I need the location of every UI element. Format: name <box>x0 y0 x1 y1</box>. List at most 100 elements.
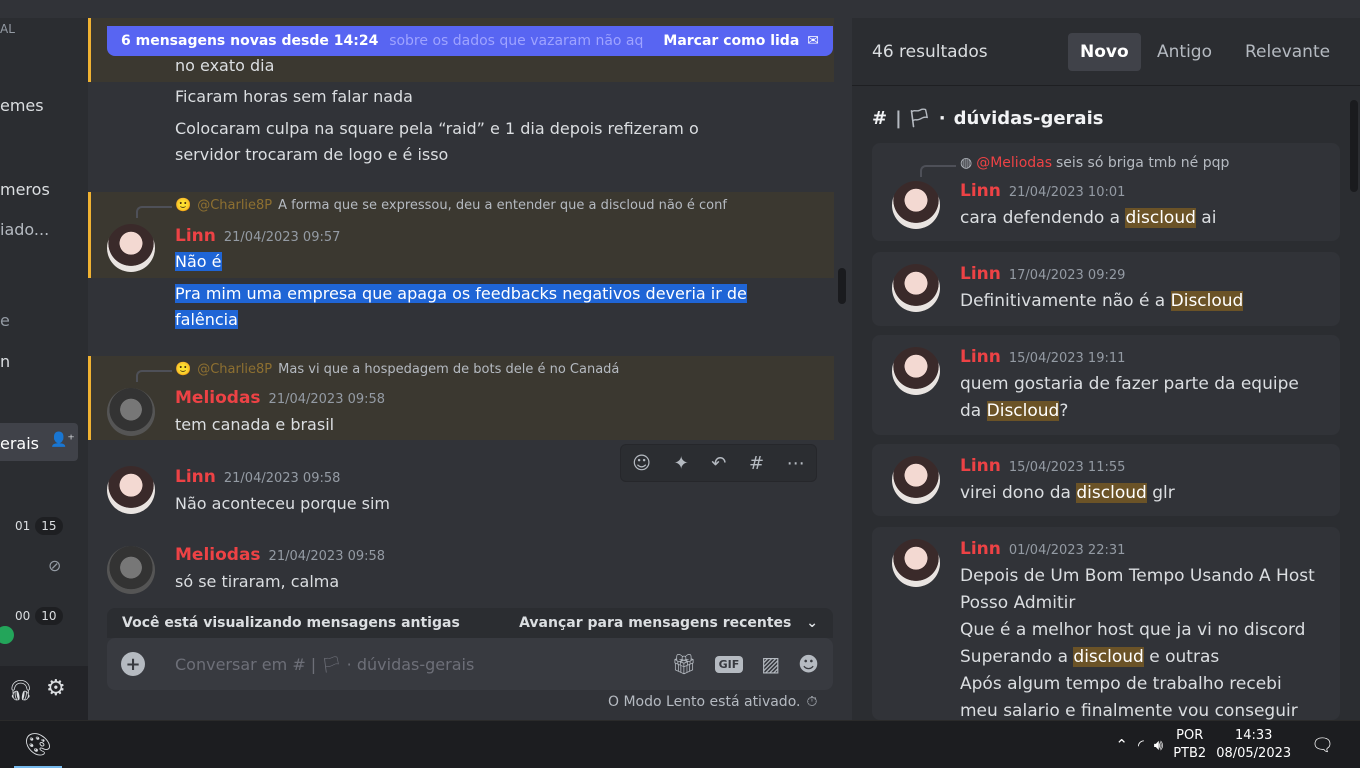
sticker-icon[interactable]: ▨ <box>761 652 780 676</box>
headphones-icon[interactable]: 🎧︎ <box>8 678 33 702</box>
mark-as-read-button[interactable]: Marcar como lida ✉ <box>663 33 819 49</box>
create-thread-icon[interactable]: # <box>749 453 764 474</box>
reply-preview[interactable]: 🙂 @Charlie8P Mas vi que a hospedagem de … <box>175 362 619 377</box>
result-author-row: Linn 01/04/2023 22:31 <box>960 539 1125 559</box>
taskbar-app-paint-icon[interactable]: 🎨︎ <box>14 721 62 768</box>
volume-icon[interactable]: 🔊︎ <box>1154 736 1163 754</box>
screen: AL emes meros iado... e n erais 👤⁺ 01 15… <box>0 0 1360 768</box>
search-result-card[interactable]: Linn 15/04/2023 19:11 quem gostaria de f… <box>872 335 1340 435</box>
reply-text: Mas vi que a hospedagem de bots dele é n… <box>278 362 620 377</box>
result-text: cara defendendo a discloud ai <box>960 205 1332 232</box>
input-language-indicator[interactable]: POR PTB2 <box>1173 727 1206 763</box>
result-channel-header[interactable]: # | 🏳 · dúvidas-gerais <box>872 108 1103 129</box>
slow-mode-notice: O Modo Lento está ativado. ⏱ <box>608 694 817 710</box>
tab-novo[interactable]: Novo <box>1068 33 1141 71</box>
avatar-meliodas[interactable] <box>107 546 155 594</box>
message-timestamp: 21/04/2023 09:58 <box>223 471 341 486</box>
author-name[interactable]: Meliodas <box>175 545 261 565</box>
author-name[interactable]: Linn <box>960 347 1001 367</box>
author-name[interactable]: Meliodas <box>175 388 261 408</box>
voice-counter-2-right: 10 <box>35 607 63 625</box>
tab-relevante[interactable]: Relevante <box>1233 33 1342 71</box>
author-name[interactable]: Linn <box>175 226 216 246</box>
chat-scrollbar[interactable] <box>838 268 846 304</box>
reply-connector <box>136 370 172 382</box>
results-scrollbar[interactable] <box>1350 100 1358 192</box>
message-line: só se tiraram, calma <box>175 572 340 591</box>
avatar-linn[interactable] <box>892 456 940 504</box>
message-input[interactable]: Conversar em # | 🏳 · dúvidas-gerais <box>175 655 474 674</box>
message-line: Não é <box>175 249 222 275</box>
message-line: no exato dia <box>175 56 275 75</box>
message-line: Ficaram horas sem falar nada <box>175 87 413 106</box>
clock[interactable]: 14:33 08/05/2023 <box>1216 727 1291 763</box>
mark-as-read-label: Marcar como lida <box>663 33 800 49</box>
search-result-card[interactable]: Linn 17/04/2023 09:29 Definitivamente nã… <box>872 252 1340 326</box>
tab-antigo[interactable]: Antigo <box>1145 33 1224 71</box>
settings-gear-icon[interactable]: ⚙ <box>46 676 66 701</box>
upload-plus-icon[interactable]: + <box>121 652 145 676</box>
sidebar-category-label: AL <box>0 22 15 36</box>
new-messages-bar[interactable]: 6 mensagens novas desde 14:24 sobre os d… <box>107 26 833 56</box>
message-timestamp: 21/04/2023 09:58 <box>268 549 386 564</box>
search-result-card[interactable]: ◍ @Meliodas seis só briga tmb né pqp Lin… <box>872 143 1340 241</box>
jump-to-present-label: Avançar para mensagens recentes <box>519 615 792 631</box>
author-name[interactable]: Linn <box>960 181 1001 201</box>
avatar-meliodas[interactable] <box>107 388 155 436</box>
author-name[interactable]: Linn <box>960 264 1001 284</box>
system-tray: ⌃ ◜ 🔊︎ POR PTB2 14:33 08/05/2023 🗨︎ <box>1115 721 1360 768</box>
clock-time: 14:33 <box>1234 728 1273 743</box>
reply-mention[interactable]: @Charlie8P <box>197 362 272 377</box>
avatar-linn[interactable] <box>892 264 940 312</box>
search-result-card[interactable]: Linn 01/04/2023 22:31 Depois de Um Bom T… <box>872 527 1340 748</box>
avatar-linn[interactable] <box>892 181 940 229</box>
search-hit: discloud <box>1073 647 1144 667</box>
chevron-down-icon: ⌄ <box>806 615 818 631</box>
reply-mention[interactable]: @Meliodas <box>976 155 1052 171</box>
show-hidden-icons-chevron-icon[interactable]: ⌃ <box>1115 736 1128 754</box>
result-text-pre: Superando a <box>960 647 1074 667</box>
channel-hash-icon: # <box>872 108 888 129</box>
wifi-icon[interactable]: ◜ <box>1138 736 1144 754</box>
voice-counter-2: 00 10 <box>10 606 63 626</box>
result-text-line: Depois de Um Bom Tempo Usando A Host Pos… <box>960 566 1315 613</box>
top-toolbar-strip <box>0 0 1360 18</box>
author-name[interactable]: Linn <box>175 467 216 487</box>
search-result-card[interactable]: Linn 15/04/2023 11:55 virei dono da disc… <box>872 444 1340 516</box>
add-reaction-icon[interactable]: ☺ <box>632 453 651 474</box>
super-reaction-icon[interactable]: ✦ <box>674 453 689 474</box>
avatar-linn[interactable] <box>892 347 940 395</box>
message-line: Pra mim uma empresa que apaga os feedbac… <box>175 281 765 333</box>
add-member-icon[interactable]: 👤⁺ <box>50 432 75 448</box>
new-messages-count: 6 mensagens novas desde 14:24 <box>121 33 379 49</box>
jump-to-present-button[interactable]: Avançar para mensagens recentes ⌄ <box>519 615 818 631</box>
message-author-row: Meliodas 21/04/2023 09:58 <box>175 388 385 408</box>
channel-name: dúvidas-gerais <box>953 108 1104 129</box>
author-name[interactable]: Linn <box>960 539 1001 559</box>
message-composer[interactable]: + Conversar em # | 🏳 · dúvidas-gerais 🎁︎… <box>107 638 833 690</box>
sidebar-item-memes[interactable]: emes <box>0 96 44 115</box>
reply-preview[interactable]: 🙂 @Charlie8P A forma que se expressou, d… <box>175 198 727 213</box>
gift-icon[interactable]: 🎁︎ <box>671 652 696 676</box>
result-author-row: Linn 15/04/2023 19:11 <box>960 347 1125 367</box>
sidebar-item-duvidas-gerais[interactable]: erais <box>0 434 39 453</box>
message-author-row: Meliodas 21/04/2023 09:58 <box>175 545 385 565</box>
sidebar-item-n[interactable]: n <box>0 352 10 371</box>
results-count: 46 resultados <box>872 42 988 62</box>
reply-text: A forma que se expressou, deu a entender… <box>278 198 727 213</box>
avatar-linn[interactable] <box>107 466 155 514</box>
sidebar-item-e[interactable]: e <box>0 311 10 330</box>
sidebar-item-iado[interactable]: iado... <box>0 220 49 239</box>
reply-mention[interactable]: @Charlie8P <box>197 198 272 213</box>
avatar-linn[interactable] <box>892 539 940 587</box>
reply-icon[interactable]: ↶ <box>711 453 726 474</box>
emoji-icon[interactable]: ☻ <box>798 652 819 676</box>
reply-preview: ◍ @Meliodas seis só briga tmb né pqp <box>960 155 1229 171</box>
slow-mode-text: O Modo Lento está ativado. <box>608 694 801 710</box>
more-options-icon[interactable]: ⋯ <box>787 453 805 474</box>
author-name[interactable]: Linn <box>960 456 1001 476</box>
gif-button[interactable]: GIF <box>714 655 744 673</box>
sidebar-item-numeros[interactable]: meros <box>0 180 50 199</box>
avatar-linn[interactable] <box>107 224 155 272</box>
notifications-icon[interactable]: 🗨︎ <box>1311 735 1334 756</box>
